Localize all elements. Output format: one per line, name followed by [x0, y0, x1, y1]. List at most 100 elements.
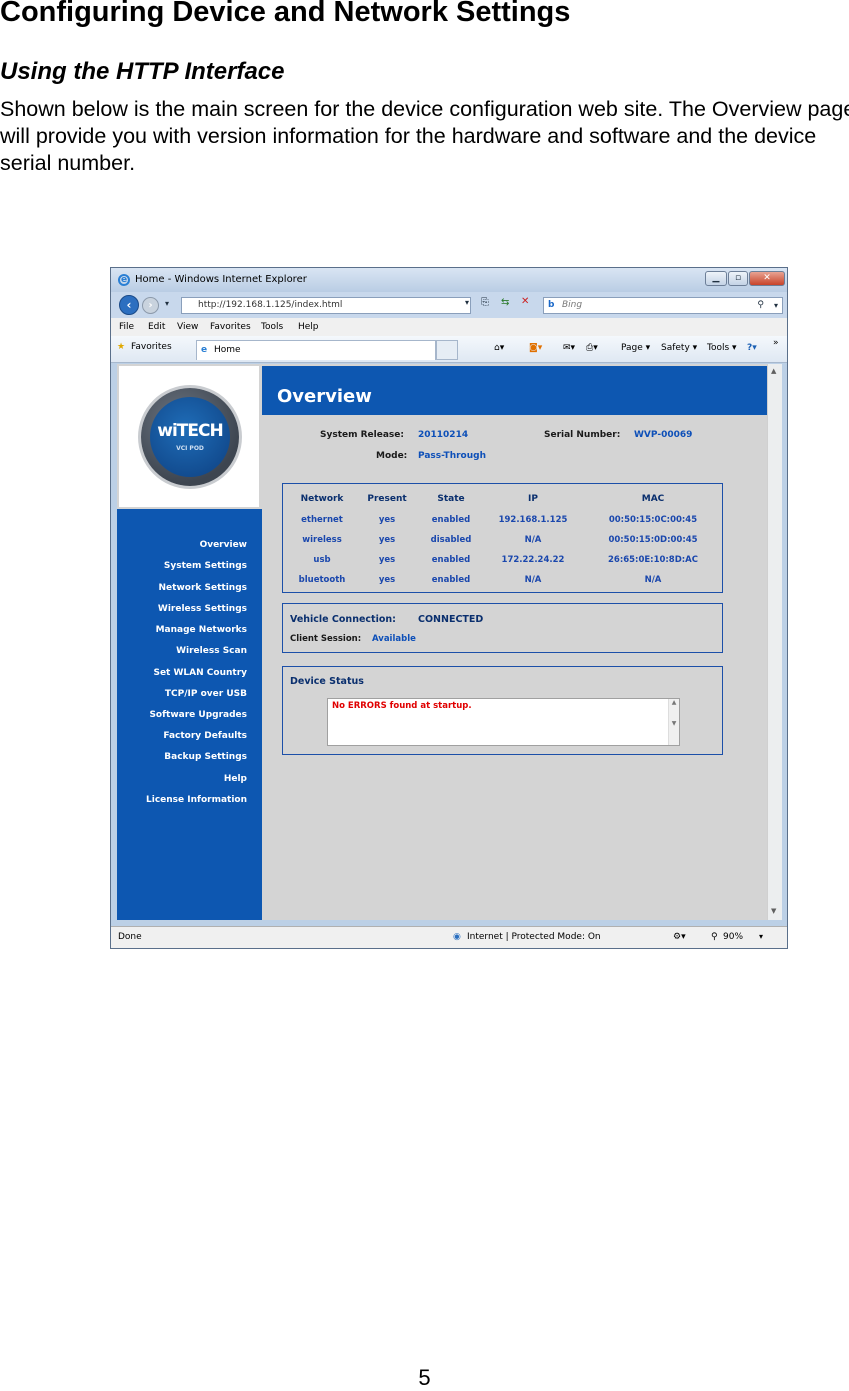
mail-icon[interactable]: ✉▾: [563, 343, 575, 353]
th-ip: IP: [528, 494, 538, 504]
tab-ie-icon: e: [201, 345, 208, 355]
menu-bar: File Edit View Favorites Tools Help: [111, 318, 787, 336]
logo-sub-text: VCI POD: [176, 445, 204, 452]
nav-help[interactable]: Help: [224, 774, 247, 784]
search-icon[interactable]: ⚲: [757, 298, 764, 313]
serial-number-value: WVP-00069: [634, 430, 693, 440]
vehicle-connection-value: CONNECTED: [418, 614, 484, 625]
address-bar: ‹ › ▾ http://192.168.1.125/index.html ▾ …: [111, 292, 787, 318]
menu-tools[interactable]: Tools: [261, 322, 283, 332]
cell-present: yes: [378, 535, 396, 545]
witech-logo: wiTECH VCI POD: [141, 388, 239, 486]
nav-network-settings[interactable]: Network Settings: [159, 583, 247, 593]
zoom-icon[interactable]: ⚲: [711, 932, 718, 942]
page-menu[interactable]: Page ▾: [621, 343, 650, 353]
scroll-down-icon[interactable]: ▼: [771, 907, 776, 915]
minimize-button[interactable]: ▁: [705, 271, 727, 286]
tools-menu-label: Tools: [707, 343, 730, 353]
cell-ip: 172.22.24.22: [501, 555, 565, 565]
cell-network: usb: [313, 555, 331, 565]
cell-ip: 192.168.1.125: [498, 515, 568, 525]
menu-file[interactable]: File: [119, 322, 134, 332]
url-field[interactable]: http://192.168.1.125/index.html: [181, 297, 471, 314]
scroll-up-icon[interactable]: ▲: [771, 367, 776, 375]
cell-mac: N/A: [644, 575, 662, 585]
chevron-more-icon[interactable]: »: [773, 338, 779, 348]
system-release-label: System Release:: [320, 430, 404, 440]
forward-button[interactable]: ›: [142, 297, 159, 314]
system-release-value: 20110214: [418, 430, 469, 440]
cell-ip: N/A: [524, 535, 542, 545]
favorites-button[interactable]: Favorites: [131, 342, 172, 352]
network-table: Network Present State IP MAC ethernet ye…: [282, 483, 723, 593]
maximize-button[interactable]: ▫: [728, 271, 748, 286]
cell-network: bluetooth: [298, 575, 346, 585]
vehicle-connection-box: Vehicle Connection: CONNECTED Client Ses…: [282, 603, 723, 653]
device-status-box: Device Status No ERRORS found at startup…: [282, 666, 723, 755]
page-scrollbar[interactable]: ▲ ▼: [767, 364, 782, 920]
url-dropdown-icon[interactable]: ▾: [465, 298, 469, 307]
help-icon[interactable]: ?▾: [747, 343, 757, 353]
back-button[interactable]: ‹: [119, 295, 139, 315]
protected-mode-icon[interactable]: ⚙▾: [673, 932, 686, 942]
client-session-label: Client Session:: [290, 634, 362, 644]
th-mac: MAC: [641, 494, 665, 504]
nav-factory-defaults[interactable]: Factory Defaults: [163, 731, 247, 741]
stop-icon[interactable]: ✕: [521, 296, 529, 307]
feeds-icon[interactable]: ◙▾: [529, 343, 542, 353]
safety-menu-label: Safety: [661, 343, 690, 353]
th-present: Present: [367, 494, 407, 504]
textarea-scrollbar[interactable]: ▲ ▼: [668, 699, 679, 745]
zoom-level[interactable]: 90%: [723, 932, 743, 942]
nav-backup-settings[interactable]: Backup Settings: [164, 752, 247, 762]
nav-software-upgrades[interactable]: Software Upgrades: [149, 710, 247, 720]
new-tab-button[interactable]: [436, 340, 458, 360]
cell-ip: N/A: [524, 575, 542, 585]
nav-set-wlan-country[interactable]: Set WLAN Country: [153, 668, 247, 678]
mode-label: Mode:: [376, 451, 408, 461]
status-done: Done: [118, 932, 142, 942]
search-options-icon[interactable]: ▾: [774, 298, 778, 313]
menu-help[interactable]: Help: [298, 322, 319, 332]
browser-window: e Home - Windows Internet Explorer ▁ ▫ ✕…: [110, 267, 788, 949]
search-input[interactable]: b Bing ⚲ ▾: [543, 297, 783, 314]
document-paragraph: Shown below is the main screen for the d…: [0, 97, 849, 175]
home-icon[interactable]: ⌂▾: [494, 343, 504, 353]
menu-view[interactable]: View: [177, 322, 198, 332]
nav-wireless-settings[interactable]: Wireless Settings: [158, 604, 247, 614]
recent-pages-dropdown-icon[interactable]: ▾: [165, 299, 169, 308]
menu-edit[interactable]: Edit: [148, 322, 165, 332]
zoom-dropdown-icon[interactable]: ▾: [759, 932, 763, 941]
nav-license-information[interactable]: License Information: [146, 795, 247, 805]
client-session-value: Available: [372, 634, 416, 644]
overview-main: Overview System Release: 20110214 Serial…: [262, 366, 767, 920]
cell-network: wireless: [302, 535, 342, 545]
nav-tcpip-over-usb[interactable]: TCP/IP over USB: [165, 689, 247, 699]
nav-wireless-scan[interactable]: Wireless Scan: [176, 646, 247, 656]
status-zone[interactable]: Internet | Protected Mode: On: [467, 932, 601, 942]
page-content: wiTECH VCI POD Overview System Settings …: [117, 364, 767, 920]
url-text: http://192.168.1.125/index.html: [198, 300, 343, 310]
safety-menu[interactable]: Safety ▾: [661, 343, 697, 353]
cell-state: enabled: [431, 515, 471, 525]
cell-present: yes: [378, 515, 396, 525]
device-status-textarea[interactable]: No ERRORS found at startup. ▲ ▼: [327, 698, 680, 746]
close-button[interactable]: ✕: [749, 271, 785, 286]
menu-favorites[interactable]: Favorites: [210, 322, 251, 332]
vehicle-connection-label: Vehicle Connection:: [290, 614, 396, 625]
tab-home[interactable]: e Home: [196, 340, 436, 360]
tools-menu[interactable]: Tools ▾: [707, 343, 737, 353]
logo-brand-text: wiTECH: [157, 421, 223, 441]
overview-banner: Overview: [262, 366, 767, 415]
device-status-message: No ERRORS found at startup.: [332, 701, 472, 711]
th-network: Network: [300, 494, 344, 504]
compatibility-view-icon[interactable]: ⎘: [481, 297, 489, 308]
nav-overview[interactable]: Overview: [200, 540, 247, 550]
nav-manage-networks[interactable]: Manage Networks: [156, 625, 247, 635]
print-icon[interactable]: ⎙▾: [586, 343, 598, 353]
refresh-icon[interactable]: ⇆: [501, 297, 509, 308]
cell-present: yes: [378, 555, 396, 565]
favorites-bar: ★ Favorites e Home ⌂▾ ◙▾ ✉▾ ⎙▾ Page ▾ Sa…: [111, 336, 787, 363]
nav-system-settings[interactable]: System Settings: [164, 561, 247, 571]
serial-number-label: Serial Number:: [544, 430, 621, 440]
